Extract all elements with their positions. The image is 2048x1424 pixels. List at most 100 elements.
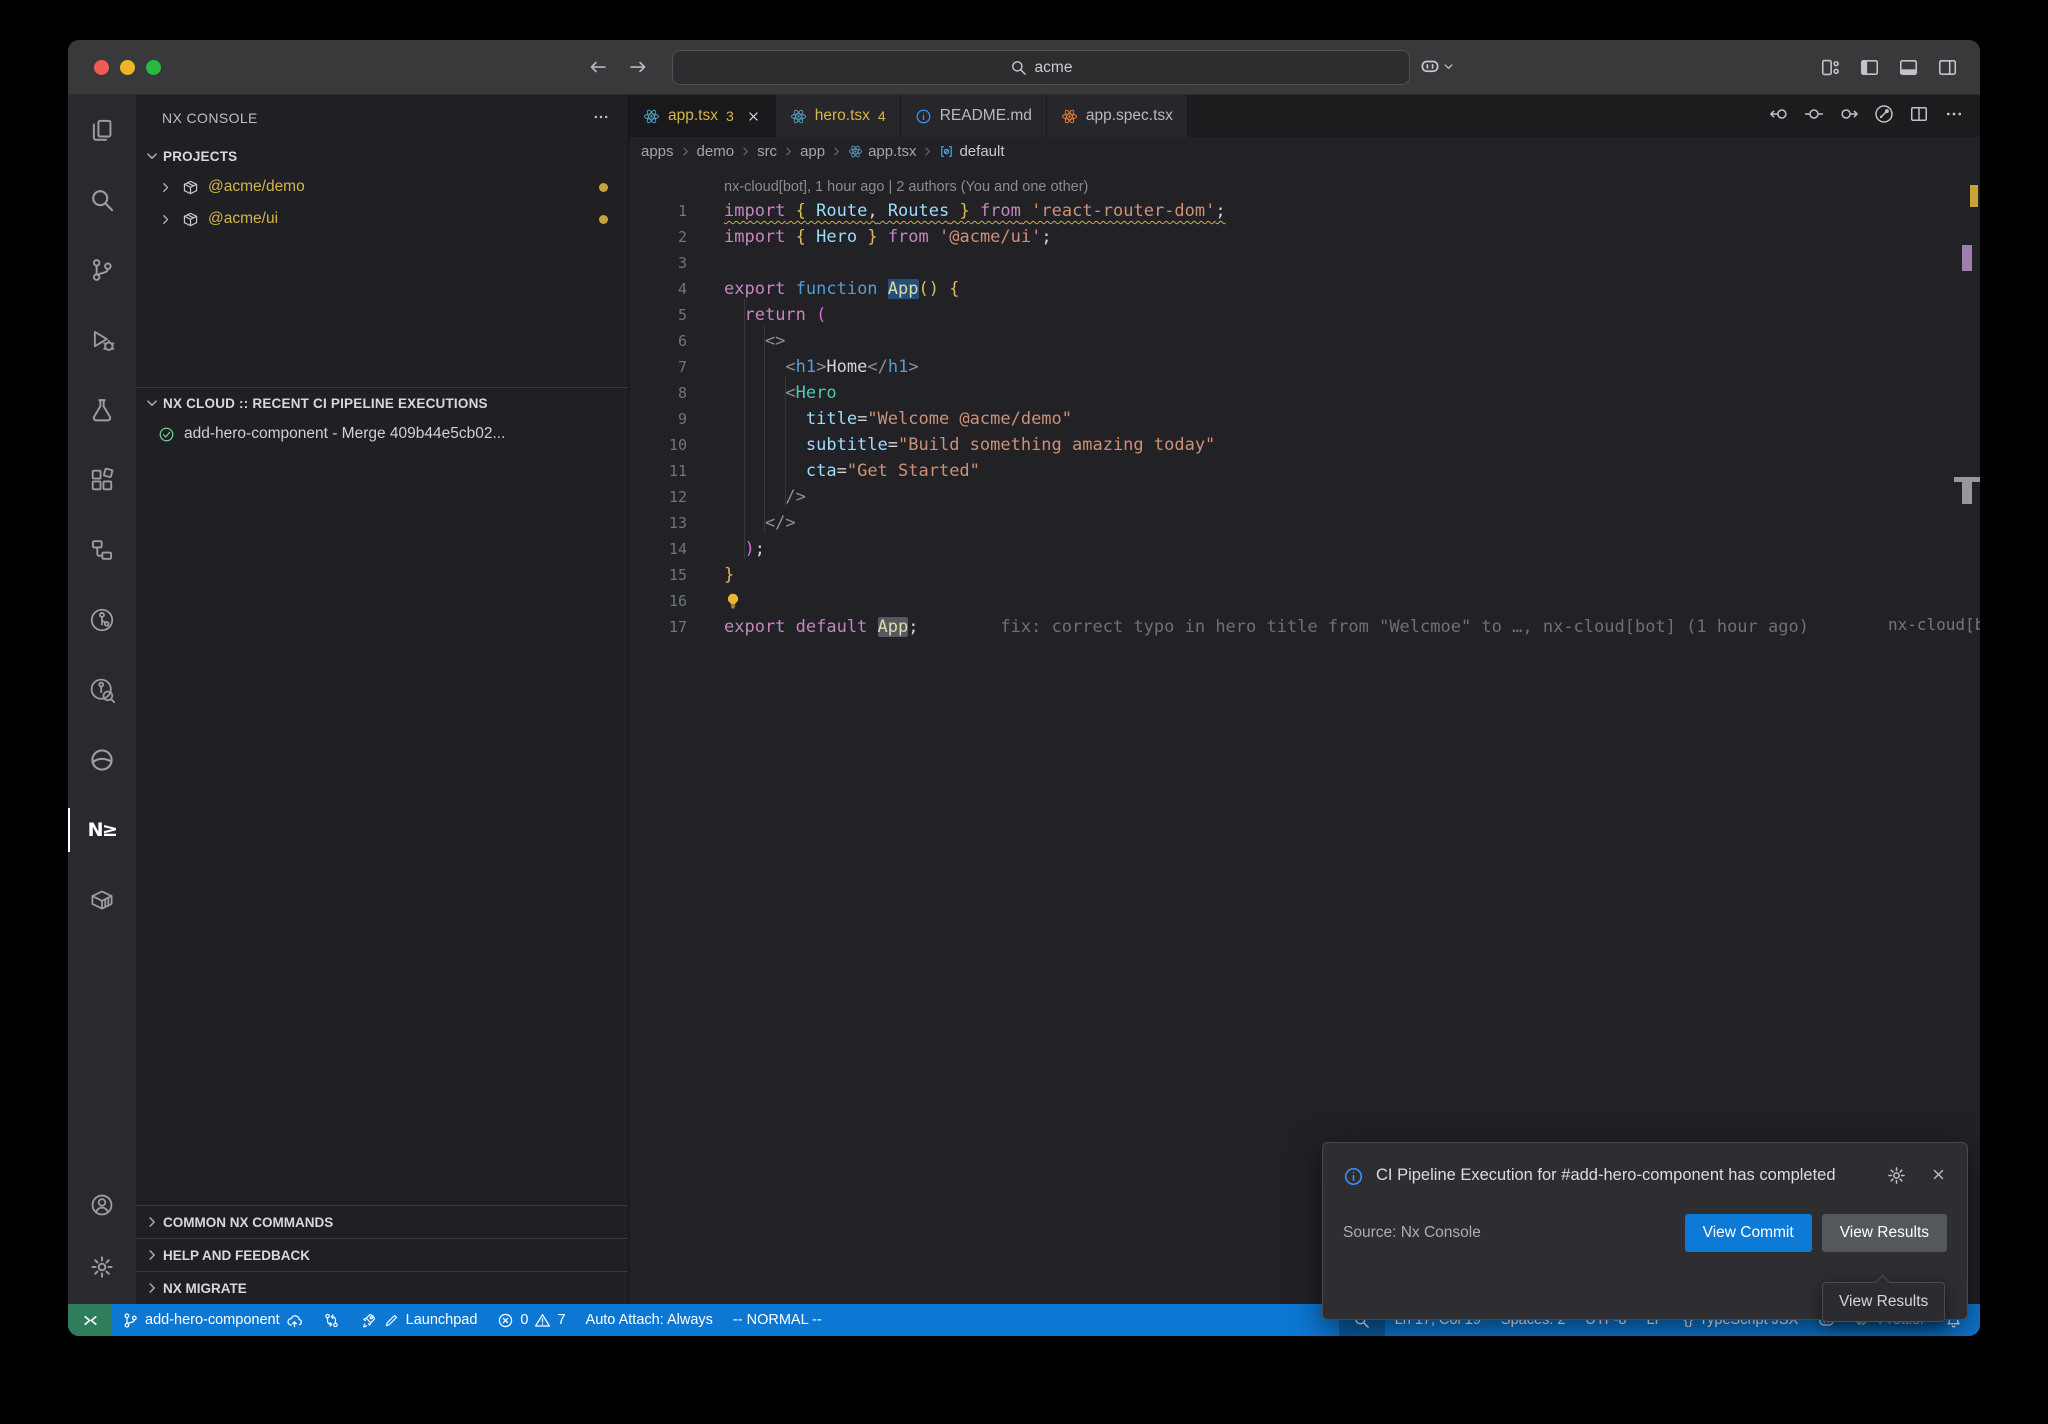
nav-back-icon [1769,104,1789,124]
section-label: NX CLOUD :: RECENT CI PIPELINE EXECUTION… [163,396,488,411]
section-label: COMMON NX COMMANDS [163,1215,333,1230]
nav-position-button[interactable] [1804,104,1824,129]
tab-hero.tsx[interactable]: hero.tsx4 [776,95,901,137]
code-text: ); [687,539,765,559]
notification-close-button[interactable] [1930,1166,1947,1188]
more-actions-button[interactable] [592,108,610,129]
sidebar-item[interactable]: @acme/ui [136,203,628,235]
breadcrumb-item[interactable]: demo [697,143,735,160]
sidebar-section: NX CLOUD :: RECENT CI PIPELINE EXECUTION… [136,387,628,450]
activity-explorer[interactable] [68,95,136,165]
status-text: Auto Attach: Always [586,1312,713,1328]
section-header[interactable]: HELP AND FEEDBACK [136,1238,628,1271]
gear-icon [1887,1166,1906,1185]
status-launchpad[interactable]: Launchpad [350,1304,488,1336]
edit-icon [383,1312,400,1329]
line-number: 7 [629,358,687,376]
nav-back-button[interactable] [1769,104,1789,129]
activity-containers[interactable] [68,865,136,935]
compare-icon [323,1312,340,1329]
code-line: 10 subtitle="Build something amazing tod… [629,432,1980,458]
line-number: 11 [629,462,687,480]
section-header[interactable]: COMMON NX COMMANDS [136,1205,628,1238]
line-number: 17 [629,618,687,636]
status-problems[interactable]: 07 [487,1304,575,1336]
sidebar-item[interactable]: @acme/demo [136,171,628,203]
nav-forward-button[interactable] [1839,104,1859,129]
layout-sidebar-left-icon [1859,57,1880,78]
tab-label: README.md [940,107,1032,125]
activity-edge-browser[interactable] [68,725,136,795]
line-number: 10 [629,436,687,454]
history-forward-button[interactable] [628,57,648,77]
status-vim-mode[interactable]: -- NORMAL -- [723,1304,832,1336]
run-circle-icon [1874,104,1894,124]
layout-sidebar-right-button[interactable] [1937,57,1958,78]
view-results-button[interactable]: View Results [1822,1214,1947,1252]
status-branch[interactable]: add-hero-component [112,1304,313,1336]
blame-annotation: nx-cloud[bot], 1 hour ago | 2 authors (Y… [629,165,1980,198]
search-icon [1010,59,1027,76]
tab-label: app.spec.tsx [1086,107,1173,125]
activity-gitlens[interactable] [68,585,136,655]
code-line: 1import { Route, Routes } from 'react-ro… [629,198,1980,224]
layout-sidebar-left-button[interactable] [1859,57,1880,78]
tab-README.md[interactable]: README.md [901,95,1047,137]
maximize-button[interactable] [146,60,161,75]
activity-settings[interactable] [68,1236,136,1298]
pipeline-label: add-hero-component - Merge 409b44e5cb02.… [184,425,505,443]
status-remote[interactable] [68,1304,112,1336]
workbench: N≥ NX CONSOLE PROJECTS@acme/demo@acme/ui… [68,95,1980,1304]
chevron-right-icon [782,145,795,158]
command-center-search[interactable]: acme [672,50,1410,85]
history-back-button[interactable] [588,57,608,77]
line-number: 14 [629,540,687,558]
activity-search[interactable] [68,165,136,235]
activity-source-control[interactable] [68,235,136,305]
status-auto-attach[interactable]: Auto Attach: Always [576,1304,723,1336]
layout-panel-button[interactable] [1898,57,1919,78]
activity-run-debug[interactable] [68,305,136,375]
error-icon [497,1312,514,1329]
tab-app.spec.tsx[interactable]: app.spec.tsx [1047,95,1188,137]
line-number: 3 [629,254,687,272]
view-commit-button[interactable]: View Commit [1685,1214,1812,1252]
run-graph-button[interactable] [1874,104,1894,129]
split-editor-button[interactable] [1909,104,1929,129]
symbol-bracket-icon [939,144,954,159]
code-text: export default App; fix: correct typo in… [687,617,1809,637]
breadcrumb-item[interactable]: app [800,143,825,160]
sidebar-item[interactable]: add-hero-component - Merge 409b44e5cb02.… [136,418,628,450]
activity-project-hierarchy[interactable] [68,515,136,585]
section-header[interactable]: NX MIGRATE [136,1271,628,1304]
more-actions-button[interactable] [1944,104,1964,129]
notification-settings-button[interactable] [1887,1166,1906,1190]
line-number: 13 [629,514,687,532]
tab-badge: 4 [878,108,886,124]
code-editor[interactable]: nx-cloud[bot], 1 hour ago | 2 authors (Y… [629,165,1980,1304]
activity-nx-console[interactable]: N≥ [68,795,136,865]
status-commit-graph[interactable] [313,1304,350,1336]
section-header[interactable]: NX CLOUD :: RECENT CI PIPELINE EXECUTION… [136,387,628,418]
tab-app.tsx[interactable]: app.tsx3 [629,95,776,137]
minimize-button[interactable] [120,60,135,75]
code-text: } [687,565,734,585]
activity-testing[interactable] [68,375,136,445]
status-text: 0 [520,1312,528,1328]
sidebar-header: NX CONSOLE [136,95,628,141]
section-header[interactable]: PROJECTS [136,141,628,171]
copilot-menu-button[interactable] [1420,56,1455,76]
activity-accounts[interactable] [68,1174,136,1236]
code-text: <h1>Home</h1> [687,357,919,377]
close-button[interactable] [94,60,109,75]
layout-customize-button[interactable] [1820,57,1841,78]
close-tab-button[interactable] [746,109,761,124]
status-text: -- NORMAL -- [733,1312,822,1328]
activity-extensions[interactable] [68,445,136,515]
breadcrumb-item[interactable]: src [757,143,777,160]
activity-gitlens-inspect[interactable] [68,655,136,725]
breadcrumb-item[interactable]: apps [641,143,674,160]
breadcrumb-item[interactable]: app.tsx [868,143,916,160]
breadcrumb-item[interactable]: default [959,143,1004,160]
info-icon [1343,1166,1364,1187]
